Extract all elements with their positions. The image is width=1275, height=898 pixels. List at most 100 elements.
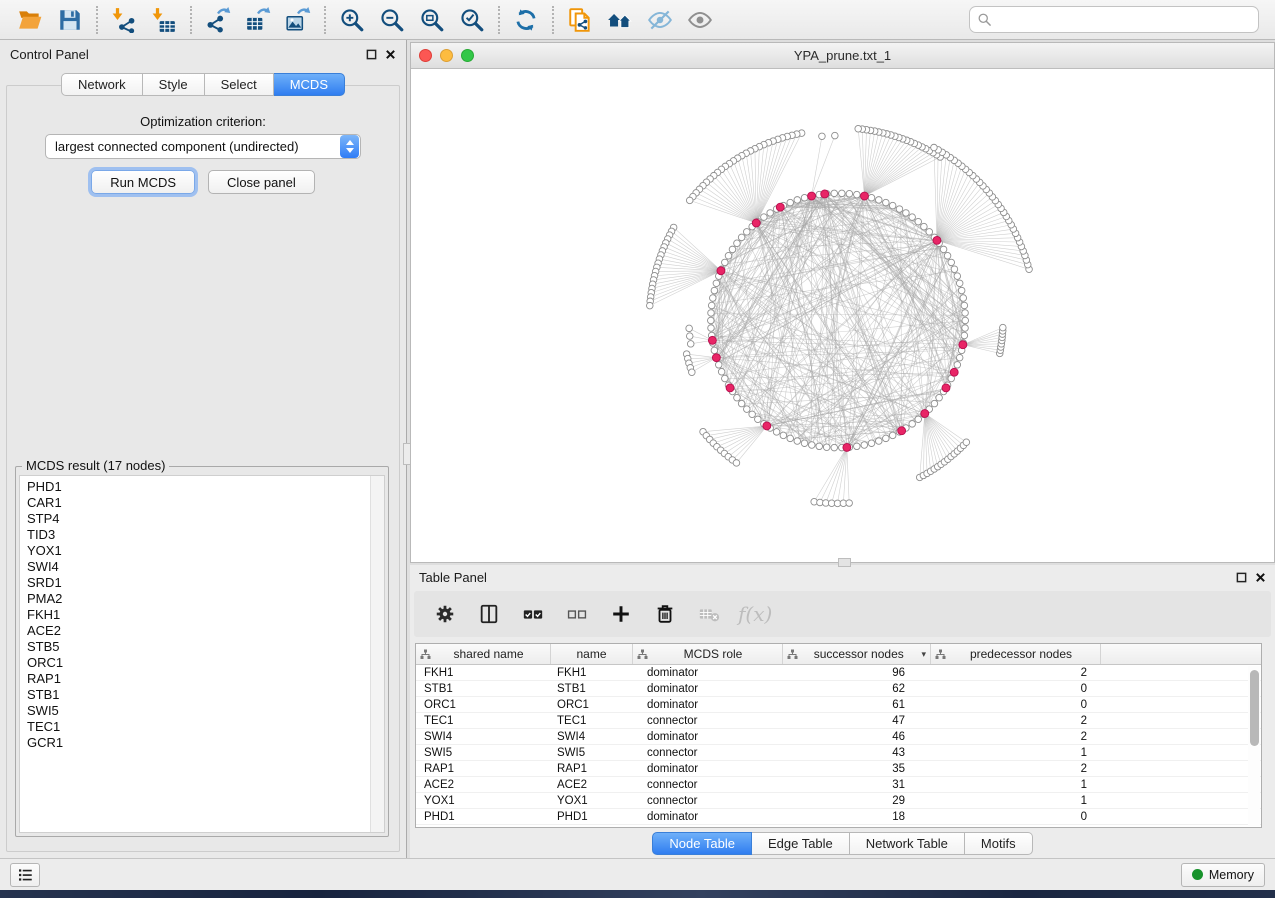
table-row[interactable]: YOX1YOX1connector291 xyxy=(416,793,1261,809)
tab-style[interactable]: Style xyxy=(143,73,205,96)
close-panel-icon[interactable] xyxy=(1255,572,1266,583)
network-graph[interactable] xyxy=(411,70,1274,562)
column-header-shared-name[interactable]: shared name xyxy=(416,644,551,664)
column-header-mcds-role[interactable]: MCDS role xyxy=(633,644,783,664)
list-item[interactable]: PHD1 xyxy=(27,479,370,495)
scrollbar-thumb[interactable] xyxy=(1250,670,1259,746)
table-row[interactable]: PHD1PHD1dominator180 xyxy=(416,809,1261,825)
tab-select[interactable]: Select xyxy=(205,73,274,96)
criterion-select[interactable]: largest connected component (undirected) xyxy=(45,134,361,159)
zoom-in-button[interactable] xyxy=(332,3,372,37)
network-window: YPA_prune.txt_1 xyxy=(410,42,1275,563)
column-header-predecessor-nodes[interactable]: predecessor nodes xyxy=(931,644,1101,664)
list-item[interactable]: STB1 xyxy=(27,687,370,703)
list-item[interactable]: TEC1 xyxy=(27,719,370,735)
table-row[interactable]: FKH1FKH1dominator962 xyxy=(416,665,1261,681)
table-scrollbar[interactable] xyxy=(1248,666,1260,826)
select-all-button[interactable] xyxy=(518,598,548,630)
zoom-selected-button[interactable] xyxy=(452,3,492,37)
table-header: shared name name MCDS role successor nod… xyxy=(416,644,1261,665)
tab-network-table[interactable]: Network Table xyxy=(850,832,965,855)
search-input[interactable] xyxy=(969,6,1259,33)
memory-button[interactable]: Memory xyxy=(1181,863,1265,887)
horizontal-splitter[interactable] xyxy=(838,558,851,567)
network-canvas[interactable] xyxy=(411,70,1274,562)
zoom-fit-button[interactable] xyxy=(412,3,452,37)
list-item[interactable]: ORC1 xyxy=(27,655,370,671)
add-column-button[interactable] xyxy=(606,598,636,630)
run-mcds-button[interactable]: Run MCDS xyxy=(91,170,195,194)
list-item[interactable]: CAR1 xyxy=(27,495,370,511)
list-item[interactable]: SWI4 xyxy=(27,559,370,575)
list-item[interactable]: FKH1 xyxy=(27,607,370,623)
table-row[interactable]: RAP1RAP1dominator352 xyxy=(416,761,1261,777)
clone-network-button[interactable] xyxy=(560,3,600,37)
task-history-button[interactable] xyxy=(10,863,40,887)
mcds-result-list: PHD1 CAR1 STP4 TID3 YOX1 SWI4 SRD1 PMA2 … xyxy=(19,475,385,833)
mcds-result-title: MCDS result (17 nodes) xyxy=(22,458,169,473)
tab-node-table[interactable]: Node Table xyxy=(652,832,752,855)
list-item[interactable]: STP4 xyxy=(27,511,370,527)
tree-icon xyxy=(787,649,798,660)
list-item[interactable]: SWI5 xyxy=(27,703,370,719)
list-item[interactable]: TID3 xyxy=(27,527,370,543)
delete-column-button[interactable] xyxy=(650,598,680,630)
tree-icon xyxy=(420,649,431,660)
table-settings-button[interactable] xyxy=(430,598,460,630)
zoom-selected-icon xyxy=(459,7,485,33)
tab-edge-table[interactable]: Edge Table xyxy=(752,832,850,855)
tab-mcds[interactable]: MCDS xyxy=(274,73,345,96)
save-icon xyxy=(57,7,83,33)
application-window: Control Panel Network Style Select MCDS … xyxy=(0,0,1275,898)
table-row[interactable]: SWI4SWI4dominator462 xyxy=(416,729,1261,745)
table-panel-titlebar: Table Panel xyxy=(410,565,1275,589)
close-panel-button[interactable]: Close panel xyxy=(208,170,315,194)
delete-table-button[interactable] xyxy=(694,598,724,630)
deselect-all-button[interactable] xyxy=(562,598,592,630)
list-scrollbar[interactable] xyxy=(370,476,384,832)
control-panel: Control Panel Network Style Select MCDS … xyxy=(0,40,406,858)
function-builder-button[interactable]: f(x) xyxy=(738,602,772,626)
close-panel-icon[interactable] xyxy=(385,49,396,60)
status-bar: Memory xyxy=(0,858,1275,890)
node-table: shared name name MCDS role successor nod… xyxy=(415,643,1262,828)
export-image-button[interactable] xyxy=(278,3,318,37)
list-item[interactable]: STB5 xyxy=(27,639,370,655)
float-window-icon[interactable] xyxy=(1236,572,1247,583)
list-item[interactable]: YOX1 xyxy=(27,543,370,559)
zoom-out-button[interactable] xyxy=(372,3,412,37)
list-item[interactable]: ACE2 xyxy=(27,623,370,639)
zoom-out-icon xyxy=(379,7,405,33)
table-row[interactable]: TEC1TEC1connector472 xyxy=(416,713,1261,729)
export-table-button[interactable] xyxy=(238,3,278,37)
open-file-button[interactable] xyxy=(10,3,50,37)
show-columns-button[interactable] xyxy=(474,598,504,630)
table-row[interactable]: STB1STB1dominator620 xyxy=(416,681,1261,697)
import-network-button[interactable] xyxy=(104,3,144,37)
tab-network[interactable]: Network xyxy=(61,73,143,96)
show-all-button[interactable] xyxy=(680,3,720,37)
delete-table-icon xyxy=(698,603,720,625)
select-stepper-icon xyxy=(340,135,359,158)
export-network-button[interactable] xyxy=(198,3,238,37)
unchecked-boxes-icon xyxy=(566,603,588,625)
list-item[interactable]: SRD1 xyxy=(27,575,370,591)
float-window-icon[interactable] xyxy=(366,49,377,60)
refresh-button[interactable] xyxy=(506,3,546,37)
table-row[interactable]: ACE2ACE2connector311 xyxy=(416,777,1261,793)
first-neighbors-button[interactable] xyxy=(600,3,640,37)
hide-selected-button[interactable] xyxy=(640,3,680,37)
list-item[interactable]: RAP1 xyxy=(27,671,370,687)
save-session-button[interactable] xyxy=(50,3,90,37)
list-item[interactable]: PMA2 xyxy=(27,591,370,607)
tab-motifs[interactable]: Motifs xyxy=(965,832,1033,855)
table-row[interactable]: ORC1ORC1dominator610 xyxy=(416,697,1261,713)
list-item[interactable]: GCR1 xyxy=(27,735,370,751)
column-header-successor-nodes[interactable]: successor nodes ▾ xyxy=(783,644,931,664)
table-row[interactable]: SWI5SWI5connector431 xyxy=(416,745,1261,761)
eye-slash-icon xyxy=(647,7,673,33)
list-icon xyxy=(16,866,34,884)
import-network-icon xyxy=(111,7,137,33)
import-table-button[interactable] xyxy=(144,3,184,37)
column-header-name[interactable]: name xyxy=(551,644,633,664)
